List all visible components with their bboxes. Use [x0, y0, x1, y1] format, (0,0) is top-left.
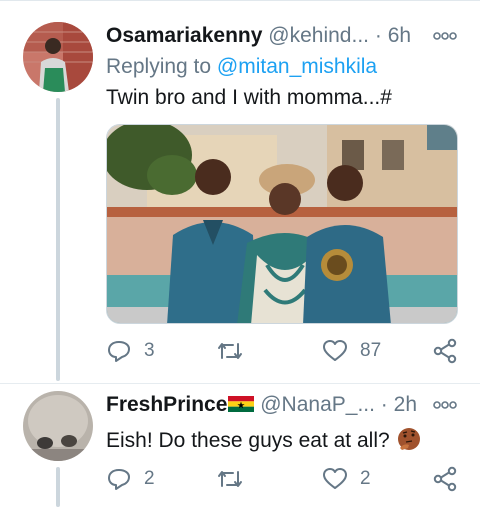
tweet-text: Twin bro and I with momma...#: [106, 86, 392, 109]
tweet-actions: 3 87: [106, 336, 458, 366]
replying-to: Replying to @mitan_mishkila: [106, 55, 377, 79]
reply-button[interactable]: 3: [106, 336, 155, 366]
replying-to-label: Replying to: [106, 55, 217, 78]
share-icon: [433, 338, 457, 364]
separator-dot: ·: [374, 24, 382, 47]
reply-icon: [108, 341, 130, 362]
tweet-actions: 2 2: [106, 464, 458, 494]
avatar[interactable]: [23, 22, 93, 92]
tweet-photo[interactable]: [106, 124, 458, 324]
avatar[interactable]: [23, 391, 93, 461]
tweet-header: Osamariakenny @kehind... · 6h: [106, 23, 458, 49]
heart-icon: [323, 468, 347, 489]
replying-to-mention[interactable]: @mitan_mishkila: [217, 55, 377, 78]
retweet-icon: [218, 471, 242, 487]
reply-count: 2: [144, 468, 155, 489]
more-options-icon[interactable]: [432, 23, 458, 56]
reply-icon: [108, 469, 130, 490]
reply-count: 3: [144, 340, 155, 361]
ghana-flag-icon: [228, 393, 255, 412]
display-name[interactable]: FreshPrince: [106, 393, 227, 416]
timestamp[interactable]: 6h: [388, 24, 411, 47]
retweet-button[interactable]: [216, 336, 256, 366]
user-handle[interactable]: @kehind...: [268, 24, 369, 47]
timestamp[interactable]: 2h: [394, 393, 417, 416]
like-count: 87: [360, 340, 382, 361]
tweet-text-content: Eish! Do these guys eat at all?: [106, 429, 390, 452]
like-button[interactable]: 87: [322, 336, 381, 366]
thread-line: [56, 98, 60, 381]
user-handle[interactable]: @NanaP_...: [260, 393, 375, 416]
thinking-face-emoji-icon: [396, 426, 422, 452]
tweet[interactable]: FreshPrince @NanaP_... · 2h Eish! Do the…: [0, 383, 480, 508]
retweet-icon: [218, 343, 242, 359]
reply-button[interactable]: 2: [106, 464, 155, 494]
separator-dot: ·: [380, 393, 388, 416]
tweet-header: FreshPrince @NanaP_... · 2h: [106, 392, 458, 418]
like-count: 2: [360, 468, 371, 489]
retweet-button[interactable]: [216, 464, 256, 494]
more-options-icon[interactable]: [432, 392, 458, 425]
share-button[interactable]: [432, 464, 458, 494]
thread-line: [56, 467, 60, 507]
display-name[interactable]: Osamariakenny: [106, 24, 262, 47]
share-button[interactable]: [432, 336, 458, 366]
tweet[interactable]: Osamariakenny @kehind... · 6h Replying t…: [0, 0, 480, 383]
like-button[interactable]: 2: [322, 464, 371, 494]
share-icon: [433, 466, 457, 492]
tweet-text: Eish! Do these guys eat at all?: [106, 426, 422, 454]
heart-icon: [323, 340, 347, 361]
